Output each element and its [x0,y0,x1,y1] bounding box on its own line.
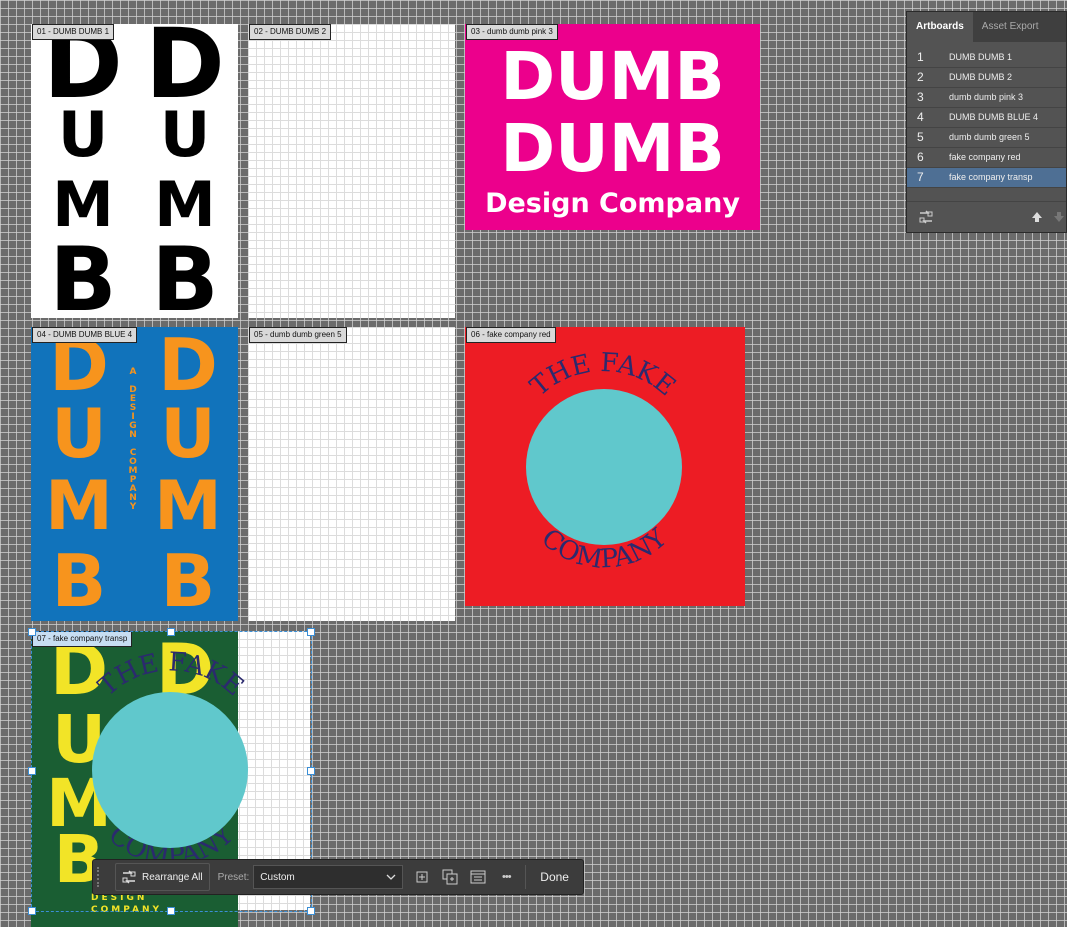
artboard-label-5[interactable]: 05 - dumb dumb green 5 [249,327,347,343]
arrow-up-icon[interactable] [1031,211,1043,223]
resize-handle-bl[interactable] [28,907,36,915]
resize-handle-br[interactable] [307,907,315,915]
dumb-line-1: DUMB [500,38,725,115]
a-design-company-vertical: A DESIGN COMPANY [128,367,138,511]
resize-handle-ml[interactable] [28,767,36,775]
artboard-list-name: dumb dumb pink 3 [949,92,1024,102]
artboard-list-name: DUMB DUMB 2 [949,72,1013,82]
letter-m-right: M [154,168,216,241]
artboard-list-row[interactable]: 5 dumb dumb green 5 [907,128,1066,148]
artboard-list-row[interactable]: 1 DUMB DUMB 1 [907,48,1066,68]
artboard-list-number: 5 [917,130,924,144]
artboard-3[interactable]: DUMB DUMB Design Company [465,24,760,230]
artboard-1[interactable]: D U M B D U M B [31,24,238,318]
artboard-2[interactable] [248,24,455,318]
artboard-label-1[interactable]: 01 - DUMB DUMB 1 [32,24,115,40]
panel-footer [907,201,1066,232]
toolbar-separator [525,865,527,889]
artboard-4[interactable]: D U M B A DESIGN COMPANY D U M B [31,327,238,621]
letter-b-right: B [160,539,216,621]
letter-u-left: U [51,395,107,474]
letter-m-right: M [154,467,222,546]
artboard-list-number: 4 [917,110,924,124]
rearrange-icon[interactable] [919,210,933,224]
artboard-list-number: 7 [917,170,924,184]
artboard-list-number: 6 [917,150,924,164]
artboard-toolbar: Rearrange All Preset: Custom ••• Done [92,859,584,895]
letter-u-right: U [160,395,216,474]
panel-tabs: Artboards Asset Export [907,12,1066,42]
dumb-line-2: DUMB [500,110,725,187]
artboard-list-row[interactable]: 7 fake company transp [907,168,1066,188]
artboard-5[interactable] [248,327,455,621]
toolbar-grip[interactable] [97,867,109,887]
artboard-list-name: dumb dumb green 5 [949,132,1030,142]
letter-m-left: M [52,168,114,241]
fake-company-logo: THE FAKE COMPANY [525,348,682,575]
artboard-list-row[interactable]: 3 dumb dumb pink 3 [907,88,1066,108]
letter-b-right: B [151,228,219,319]
artboard-list-name: fake company transp [949,172,1033,182]
preset-label: Preset: [217,871,250,883]
artboard-list-row[interactable]: 2 DUMB DUMB 2 [907,68,1066,88]
artboard-label-2[interactable]: 02 - DUMB DUMB 2 [249,24,332,40]
rearrange-all-label: Rearrange All [142,871,203,883]
artboard-list-number: 3 [917,90,924,104]
artboard-list-number: 1 [917,50,924,64]
resize-handle-tr[interactable] [307,628,315,636]
artboard-label-7[interactable]: 07 - fake company transp [32,631,133,647]
artboard-list-number: 2 [917,70,924,84]
artboard-label-6[interactable]: 06 - fake company red [466,327,556,343]
letter-m-left: M [45,467,113,546]
letter-d-right: D [158,327,218,407]
tab-artboards[interactable]: Artboards [907,12,973,42]
letter-b-left: B [49,228,117,319]
artboard-label-3[interactable]: 03 - dumb dumb pink 3 [466,24,558,40]
letter-u-left: U [57,98,109,171]
artboard-list-row[interactable]: 6 fake company red [907,148,1066,168]
artboard-list-name: fake company red [949,152,1021,162]
letter-b-left: B [51,539,107,621]
teal-circle [526,389,682,545]
resize-handle-tm[interactable] [167,628,175,636]
artboard-list-row[interactable]: 4 DUMB DUMB BLUE 4 [907,108,1066,128]
artboard-label-4[interactable]: 04 - DUMB DUMB BLUE 4 [32,327,138,343]
resize-handle-bm[interactable] [167,907,175,915]
rearrange-icon [122,870,136,884]
artboards-panel: Artboards Asset Export 1 DUMB DUMB 1 2 DUMB… [906,11,1067,233]
preset-value: Custom [260,871,295,883]
design-company-text: Design Company [485,188,740,219]
tab-asset-export[interactable]: Asset Export [973,12,1048,42]
resize-handle-mr[interactable] [307,767,315,775]
arrow-down-icon[interactable] [1053,211,1065,223]
teal-circle [92,692,248,848]
chevron-down-icon [386,874,396,880]
preset-select[interactable]: Custom [253,865,404,889]
artboard-list-name: DUMB DUMB 1 [949,52,1013,62]
rearrange-all-button[interactable]: Rearrange All [115,863,210,891]
artboard-list: 1 DUMB DUMB 1 2 DUMB DUMB 2 3 dumb dumb pink … [907,48,1066,188]
more-icon[interactable]: ••• [497,868,515,886]
done-button[interactable]: Done [540,870,569,884]
duplicate-artboard-icon[interactable] [441,868,459,886]
properties-icon[interactable] [469,868,487,886]
add-artboard-icon[interactable] [413,868,431,886]
artboard-list-name: DUMB DUMB BLUE 4 [949,112,1039,122]
artboard-6[interactable]: THE FAKE COMPANY [465,327,745,606]
resize-handle-tl[interactable] [28,628,36,636]
letter-u-right: U [159,98,211,171]
